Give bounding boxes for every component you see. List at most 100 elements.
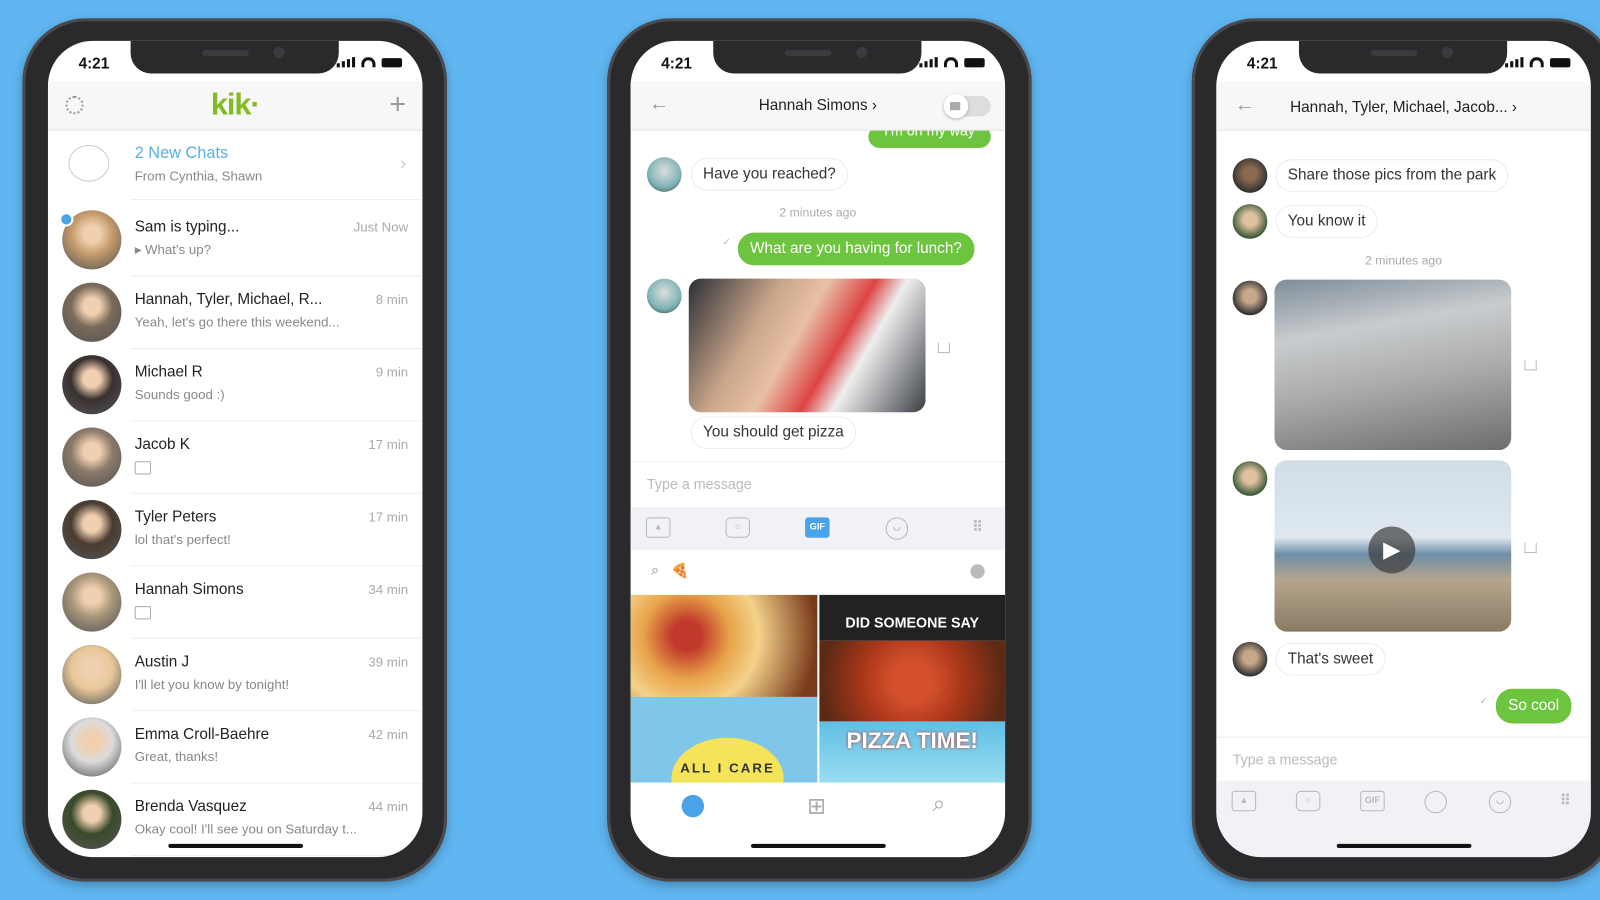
- wifi-icon: [1529, 57, 1544, 68]
- food-photo[interactable]: [688, 278, 926, 413]
- gif-result[interactable]: PIZZA TIME!: [819, 721, 1006, 783]
- notch: [130, 40, 339, 74]
- camera-icon[interactable]: ○: [725, 517, 750, 538]
- status-time: 4:21: [1246, 55, 1278, 73]
- video-toggle[interactable]: [943, 93, 991, 119]
- group-chat-screen: 4:21 ← Hannah, Tyler, Michael, Jacob... …: [1216, 40, 1591, 858]
- avatar: [62, 427, 122, 487]
- avatar[interactable]: [646, 278, 682, 314]
- avatar: [62, 789, 122, 849]
- chat-title[interactable]: Hannah, Tyler, Michael, Jacob... ›: [1216, 99, 1590, 116]
- skatepark-photo[interactable]: [1274, 279, 1512, 450]
- chat-preview: Great, thanks!: [135, 749, 218, 764]
- chat-preview-text: Sounds good :): [134, 386, 225, 403]
- chat-preview-text: lol that's perfect!: [134, 531, 231, 547]
- camera-icon[interactable]: ○: [1295, 790, 1321, 812]
- message-input[interactable]: Type a message: [1233, 751, 1338, 767]
- notch: [1298, 40, 1508, 74]
- gif-search-field[interactable]: ⌕ 🍕: [640, 556, 995, 587]
- chat-preview: lol that's perfect!: [135, 532, 231, 547]
- signal-icon: [1505, 57, 1524, 68]
- gallery-icon[interactable]: ▲: [1231, 790, 1257, 812]
- message-bubble-sent: What are you having for lunch?: [737, 232, 975, 266]
- gif-result[interactable]: [819, 640, 1006, 722]
- gif-result[interactable]: [630, 594, 818, 697]
- plus-icon[interactable]: +: [389, 88, 406, 121]
- gif-caption: DID SOMEONE SAY: [845, 614, 980, 631]
- divider: [630, 461, 1006, 463]
- chevron-right-icon: ›: [399, 153, 407, 174]
- gif-result[interactable]: DID SOMEONE SAY: [819, 594, 1006, 641]
- search-query: 🍕: [671, 562, 690, 579]
- divider: [130, 198, 423, 200]
- beach-video[interactable]: ▶: [1274, 460, 1512, 632]
- status-time: 4:21: [661, 55, 692, 73]
- chat-header: ← Hannah, Tyler, Michael, Jacob... ›: [1216, 81, 1591, 131]
- notch: [713, 40, 922, 74]
- read-receipt-icon: ✓: [722, 236, 732, 248]
- chat-time: 9 min: [375, 364, 409, 380]
- new-chats-row[interactable]: 2 New Chats From Cynthia, Shawn ›: [48, 133, 423, 200]
- chat-list-item[interactable]: Sam is typing... ▸ What's up? Just Now: [48, 204, 423, 277]
- chat-name: Hannah, Tyler, Michael, R...: [134, 290, 323, 309]
- wifi-icon: [943, 57, 959, 68]
- avatar[interactable]: [1232, 280, 1268, 316]
- gif-button[interactable]: GIF: [805, 517, 830, 538]
- chat-list-item[interactable]: Jacob K 17 min: [48, 421, 423, 494]
- avatar[interactable]: [1232, 204, 1268, 239]
- battery-icon: [964, 58, 985, 68]
- avatar: [62, 717, 122, 777]
- chat-bubble-icon: [68, 144, 110, 182]
- emoji-icon[interactable]: ◡: [885, 517, 909, 540]
- chat-list-item[interactable]: Michael R Sounds good :) 9 min: [48, 349, 423, 422]
- wifi-icon: [361, 57, 376, 68]
- status-icons: [919, 57, 985, 68]
- chat-list-item[interactable]: Austin J I'll let you know by tonight! 39 …: [48, 639, 423, 712]
- emoji-icon[interactable]: ◡: [1488, 790, 1512, 814]
- chat-time: 44 min: [368, 798, 409, 815]
- avatar[interactable]: [646, 157, 682, 192]
- chat-preview: Yeah, let's go there this weekend...: [135, 314, 340, 329]
- avatar[interactable]: [1232, 461, 1268, 496]
- chat-preview: [134, 604, 152, 620]
- chat-list-item[interactable]: Hannah Simons 34 min: [48, 566, 423, 639]
- avatar[interactable]: [1232, 158, 1268, 193]
- share-icon[interactable]: [1524, 542, 1537, 554]
- chat-list-item[interactable]: Emma Croll-Baehre Great, thanks! 42 min: [48, 711, 423, 784]
- media-toolbar: ▲ ○ GIF ◡ ⠿: [630, 507, 1006, 550]
- chat-name: Tyler Peters: [134, 508, 217, 526]
- chat-header: ← Hannah Simons ›: [630, 81, 1006, 131]
- chat-name: Emma Croll-Baehre: [134, 725, 270, 743]
- gif-caption: PIZZA TIME!: [846, 727, 978, 754]
- message-bubble: Have you reached?: [690, 158, 849, 191]
- chat-preview-text: I'll let you know by tonight!: [134, 676, 290, 692]
- chat-preview: ▸ What's up?: [135, 242, 211, 258]
- share-icon[interactable]: [1524, 360, 1537, 371]
- message-input[interactable]: Type a message: [647, 476, 752, 492]
- clear-icon[interactable]: [970, 564, 985, 579]
- home-indicator: [1336, 843, 1472, 848]
- gif-button[interactable]: GIF: [1360, 790, 1385, 812]
- grid-icon[interactable]: ⊞: [807, 793, 826, 820]
- battery-icon: [381, 58, 403, 68]
- search-icon[interactable]: ⌕: [933, 791, 946, 818]
- chat-list-item[interactable]: Hannah, Tyler, Michael, R... Yeah, let's …: [48, 277, 423, 349]
- trending-icon[interactable]: [681, 794, 705, 818]
- image-attachment-icon: [134, 606, 152, 620]
- status-icons: [336, 57, 403, 68]
- chat-time: Just Now: [353, 219, 409, 235]
- sticker-icon[interactable]: [1424, 790, 1447, 814]
- share-icon[interactable]: [937, 342, 950, 354]
- search-icon: ⌕: [651, 561, 660, 578]
- apps-grid-icon[interactable]: ⠿: [965, 517, 989, 537]
- play-icon[interactable]: ▶: [1368, 526, 1416, 574]
- avatar[interactable]: [1232, 641, 1268, 677]
- avatar: [62, 572, 122, 632]
- home-indicator: [168, 843, 304, 848]
- gif-result[interactable]: ALL I CARE: [630, 696, 818, 783]
- message-bubble: You know it: [1275, 205, 1378, 238]
- gallery-icon[interactable]: ▲: [645, 517, 671, 538]
- apps-grid-icon[interactable]: ⠿: [1553, 791, 1577, 811]
- signal-icon: [336, 57, 356, 68]
- chat-list-item[interactable]: Tyler Peters lol that's perfect! 17 min: [48, 494, 423, 567]
